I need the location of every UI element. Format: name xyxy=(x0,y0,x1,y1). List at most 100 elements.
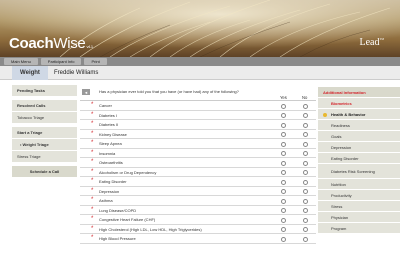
required-asterisk-icon: * xyxy=(91,235,94,241)
no-radio[interactable] xyxy=(303,217,308,223)
condition-row: * Diabetes II xyxy=(80,120,316,130)
no-radio[interactable] xyxy=(303,236,308,242)
question-text: Has a physician ever told you that you h… xyxy=(99,89,239,94)
patient-header: Weight Freddie Williams xyxy=(0,65,400,80)
menu-print[interactable]: Print xyxy=(84,58,107,65)
required-asterisk-icon: * xyxy=(91,111,94,118)
required-asterisk-icon: * xyxy=(91,102,94,108)
nav-eating-disorder[interactable]: Eating Disorder xyxy=(318,153,400,164)
main-menu-bar: Main Menu Participant Info Print xyxy=(0,57,400,66)
partner-logo: LeadTM xyxy=(359,37,385,48)
condition-row: * Osteoarthritis xyxy=(80,158,316,168)
required-asterisk-icon: * xyxy=(91,178,94,184)
condition-label: High Cholesterol (High LDL, Low HDL, Hig… xyxy=(99,226,202,232)
tab-weight[interactable]: Weight xyxy=(12,65,48,80)
condition-row: * Kidney Disease xyxy=(80,130,316,139)
no-radio[interactable] xyxy=(303,198,308,204)
required-asterisk-icon: * xyxy=(91,216,94,222)
yes-radio[interactable] xyxy=(281,198,286,204)
required-asterisk-icon: * xyxy=(91,187,94,194)
condition-label: High Blood Pressure xyxy=(99,236,136,241)
nav-depression[interactable]: Depression xyxy=(318,142,400,153)
nav-biometrics[interactable]: Biometrics xyxy=(318,98,400,109)
condition-label: Asthma xyxy=(99,198,113,203)
required-asterisk-icon: * xyxy=(91,140,94,146)
no-radio[interactable] xyxy=(303,122,308,128)
menu-main-menu[interactable]: Main Menu xyxy=(4,58,38,65)
nav-stress[interactable]: Stress xyxy=(318,201,400,212)
nav-goals[interactable]: Goals xyxy=(318,131,400,142)
yes-radio[interactable] xyxy=(281,208,286,213)
condition-label: Osteoarthritis xyxy=(99,160,123,165)
nav-start-triage[interactable]: Start a Triage xyxy=(12,127,77,139)
required-asterisk-icon: * xyxy=(91,197,94,203)
nav-health-behavior[interactable]: Health & Behavior xyxy=(318,109,400,120)
nav-program[interactable]: Program xyxy=(318,223,400,234)
questionnaire-panel: ◄ Has a physician ever told you that you… xyxy=(80,87,316,244)
back-arrow-icon[interactable]: ◄ xyxy=(82,89,90,95)
nav-weight-triage[interactable]: • Weight Triage xyxy=(12,139,77,151)
condition-label: Alcoholism or Drug Dependency xyxy=(99,169,157,175)
no-radio[interactable] xyxy=(303,227,308,232)
nav-stress-triage[interactable]: Stress Triage xyxy=(12,151,77,163)
condition-label: Kidney Disease xyxy=(99,131,127,137)
required-asterisk-icon: * xyxy=(91,121,94,127)
yes-radio[interactable] xyxy=(281,151,286,156)
yes-radio[interactable] xyxy=(281,141,286,147)
nav-diabetes-risk-screening[interactable]: Diabetes Risk Screening xyxy=(318,164,400,179)
condition-label: Eating Disorder xyxy=(99,179,127,184)
no-radio[interactable] xyxy=(303,189,308,194)
question-header: ◄ Has a physician ever told you that you… xyxy=(80,87,316,101)
yes-radio[interactable] xyxy=(281,103,286,109)
condition-label: Diabetes I xyxy=(99,112,118,118)
condition-row: * High Cholesterol (High LDL, Low HDL, Hi… xyxy=(80,225,316,234)
no-radio[interactable] xyxy=(303,113,308,118)
current-section-icon xyxy=(323,112,327,117)
nav-productivity[interactable]: Productivity xyxy=(318,190,400,201)
no-radio[interactable] xyxy=(303,179,308,185)
header-banner: CoachWisev4.1 LeadTM xyxy=(0,0,400,57)
no-radio[interactable] xyxy=(303,132,308,137)
condition-label: Insomnia xyxy=(99,150,116,156)
required-asterisk-icon: * xyxy=(91,225,94,232)
required-asterisk-icon: * xyxy=(91,149,94,156)
no-radio[interactable] xyxy=(303,103,308,109)
nav-tobacco-triage[interactable]: Tobacco Triage xyxy=(12,112,77,124)
yes-radio[interactable] xyxy=(281,179,286,185)
app-logo: CoachWisev4.1 xyxy=(9,35,93,52)
no-column-header: No xyxy=(302,95,308,100)
condition-row: * Congestive Heart Failure (CHF) xyxy=(80,215,316,225)
yes-radio[interactable] xyxy=(281,227,286,232)
yes-radio[interactable] xyxy=(281,132,286,137)
no-radio[interactable] xyxy=(303,170,308,175)
right-sidebar: Additional Information Biometrics Health… xyxy=(318,87,400,234)
condition-row: * Diabetes I xyxy=(80,111,316,120)
nav-nutrition[interactable]: Nutrition xyxy=(318,179,400,190)
condition-label: Congestive Heart Failure (CHF) xyxy=(99,217,156,222)
yes-radio[interactable] xyxy=(281,189,286,194)
required-asterisk-icon: * xyxy=(91,130,94,137)
nav-readiness[interactable]: Readiness xyxy=(318,120,400,131)
yes-radio[interactable] xyxy=(281,113,286,118)
nav-pending-tasks[interactable]: Pending Tasks xyxy=(12,85,77,97)
no-radio[interactable] xyxy=(303,208,308,213)
nav-physician[interactable]: Physician xyxy=(318,212,400,223)
condition-row: * Insomnia xyxy=(80,149,316,158)
no-radio[interactable] xyxy=(303,160,308,166)
condition-row: * Eating Disorder xyxy=(80,177,316,187)
condition-label: Lung Disease/COPD xyxy=(99,207,137,213)
no-radio[interactable] xyxy=(303,151,308,156)
yes-radio[interactable] xyxy=(281,160,286,166)
condition-row: * Cancer xyxy=(80,101,316,111)
yes-radio[interactable] xyxy=(281,217,286,223)
no-radio[interactable] xyxy=(303,141,308,147)
left-sidebar: Pending Tasks Resolved Calls Tobacco Tri… xyxy=(12,85,77,178)
yes-radio[interactable] xyxy=(281,122,286,128)
menu-participant-info[interactable]: Participant Info xyxy=(40,58,82,65)
nav-resolved-calls[interactable]: Resolved Calls xyxy=(12,100,77,112)
required-asterisk-icon: * xyxy=(91,168,94,175)
yes-radio[interactable] xyxy=(281,236,286,242)
schedule-call-button[interactable]: Schedule a Call xyxy=(12,166,77,178)
yes-radio[interactable] xyxy=(281,170,286,175)
required-asterisk-icon: * xyxy=(91,206,94,213)
